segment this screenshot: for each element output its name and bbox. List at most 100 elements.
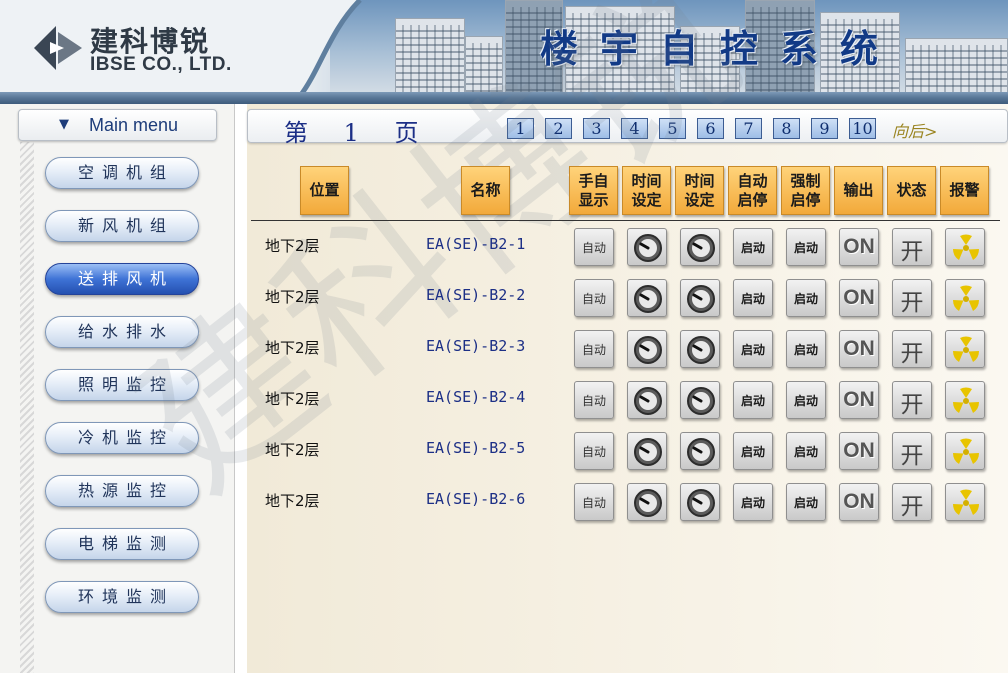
location-cell: 地下2层 [265, 288, 320, 306]
menu-item-exhaust-fan[interactable]: 送排风机 [45, 263, 199, 295]
page-button-7[interactable]: 7 [735, 118, 762, 139]
device-name-cell: EA(SE)-B2-2 [426, 286, 526, 304]
auto-start-button[interactable]: 启动 [733, 432, 773, 470]
auto-start-button[interactable]: 启动 [733, 330, 773, 368]
time-setting-1-button[interactable] [627, 330, 667, 368]
auto-start-label: 启动 [740, 292, 765, 306]
alarm-indicator [945, 432, 985, 470]
page-button-1[interactable]: 1 [507, 118, 534, 139]
time-setting-1-button[interactable] [627, 432, 667, 470]
mode-button[interactable]: 自动 [574, 381, 614, 419]
status-indicator: 开 [892, 330, 932, 368]
location-cell: 地下2层 [265, 339, 320, 357]
auto-start-button[interactable]: 启动 [733, 228, 773, 266]
force-start-button[interactable]: 启动 [786, 432, 826, 470]
auto-start-button[interactable]: 启动 [733, 381, 773, 419]
menu-item-fresh-air[interactable]: 新风机组 [45, 210, 199, 242]
column-header-status: 状态 [887, 166, 936, 215]
output-label: ON [843, 235, 875, 258]
menu-item-ahu[interactable]: 空调机组 [45, 157, 199, 189]
output-label: ON [843, 286, 875, 309]
output-label: ON [843, 337, 875, 360]
mode-button[interactable]: 自动 [574, 228, 614, 266]
menu-item-heat-source[interactable]: 热源监控 [45, 475, 199, 507]
column-header-location: 位置 [300, 166, 349, 215]
menu-item-chiller[interactable]: 冷机监控 [45, 422, 199, 454]
header-divider [0, 92, 1008, 104]
menu-item-environment[interactable]: 环境监测 [45, 581, 199, 613]
next-page-link[interactable]: 向后> [892, 118, 937, 142]
device-name-cell: EA(SE)-B2-1 [426, 235, 526, 253]
auto-start-button[interactable]: 启动 [733, 483, 773, 521]
time-setting-2-button[interactable] [680, 279, 720, 317]
table-header-divider [251, 220, 1000, 221]
mode-button[interactable]: 自动 [574, 279, 614, 317]
status-indicator: 开 [892, 279, 932, 317]
mode-label: 自动 [581, 241, 606, 255]
time-setting-2-button[interactable] [680, 381, 720, 419]
page-button-8[interactable]: 8 [773, 118, 800, 139]
status-indicator: 开 [892, 228, 932, 266]
time-setting-2-button[interactable] [680, 228, 720, 266]
banner-building [905, 38, 1008, 96]
location-cell: 地下2层 [265, 237, 320, 255]
mode-button[interactable]: 自动 [574, 483, 614, 521]
output-indicator: ON [839, 279, 879, 317]
force-start-button[interactable]: 启动 [786, 483, 826, 521]
page-button-3[interactable]: 3 [583, 118, 610, 139]
page-button-9[interactable]: 9 [811, 118, 838, 139]
auto-start-label: 启动 [740, 241, 765, 255]
device-name-cell: EA(SE)-B2-3 [426, 337, 526, 355]
force-start-label: 启动 [793, 496, 818, 510]
company-logo-icon [34, 26, 82, 70]
time-setting-1-button[interactable] [627, 381, 667, 419]
menu-item-lighting[interactable]: 照明监控 [45, 369, 199, 401]
page-button-2[interactable]: 2 [545, 118, 572, 139]
force-start-button[interactable]: 启动 [786, 330, 826, 368]
mode-button[interactable]: 自动 [574, 330, 614, 368]
status-label: 开 [900, 239, 924, 265]
alarm-indicator [945, 228, 985, 266]
force-start-button[interactable]: 启动 [786, 381, 826, 419]
device-name-cell: EA(SE)-B2-6 [426, 490, 526, 508]
time-setting-1-button[interactable] [627, 228, 667, 266]
column-header-output: 输出 [834, 166, 883, 215]
column-header-force-start: 强制 启停 [781, 166, 830, 215]
force-start-button[interactable]: 启动 [786, 279, 826, 317]
column-header-time-set-1: 时间 设定 [622, 166, 671, 215]
column-header-time-set-2: 时间 设定 [675, 166, 724, 215]
force-start-button[interactable]: 启动 [786, 228, 826, 266]
mode-label: 自动 [581, 394, 606, 408]
page-button-5[interactable]: 5 [659, 118, 686, 139]
time-setting-2-button[interactable] [680, 330, 720, 368]
status-indicator: 开 [892, 432, 932, 470]
force-start-label: 启动 [793, 445, 818, 459]
mode-button[interactable]: 自动 [574, 432, 614, 470]
page-button-4[interactable]: 4 [621, 118, 648, 139]
main-menu-header[interactable]: ▼ Main menu [18, 109, 217, 141]
menu-item-water[interactable]: 给水排水 [45, 316, 199, 348]
menu-item-elevator[interactable]: 电梯监测 [45, 528, 199, 560]
page-title: 第 1 页 [284, 119, 433, 147]
column-header-mode: 手自 显示 [569, 166, 618, 215]
output-indicator: ON [839, 483, 879, 521]
column-header-name: 名称 [461, 166, 510, 215]
output-indicator: ON [839, 330, 879, 368]
status-label: 开 [900, 443, 924, 469]
time-setting-2-button[interactable] [680, 483, 720, 521]
page-button-10[interactable]: 10 [849, 118, 876, 139]
output-indicator: ON [839, 228, 879, 266]
time-setting-2-button[interactable] [680, 432, 720, 470]
time-setting-1-button[interactable] [627, 483, 667, 521]
mode-label: 自动 [581, 292, 606, 306]
pager-bar: 第 1 页 1 2 3 4 5 6 7 8 9 10 向后> [247, 109, 1008, 147]
header-banner: 建科博锐 IBSE CO., LTD. 楼宇自控系统 [0, 0, 1008, 96]
auto-start-button[interactable]: 启动 [733, 279, 773, 317]
time-setting-1-button[interactable] [627, 279, 667, 317]
auto-start-label: 启动 [740, 394, 765, 408]
sidebar-hatch [20, 142, 34, 673]
location-cell: 地下2层 [265, 441, 320, 459]
banner-building [395, 18, 465, 96]
page-button-6[interactable]: 6 [697, 118, 724, 139]
main-menu-label: Main menu [89, 115, 179, 135]
